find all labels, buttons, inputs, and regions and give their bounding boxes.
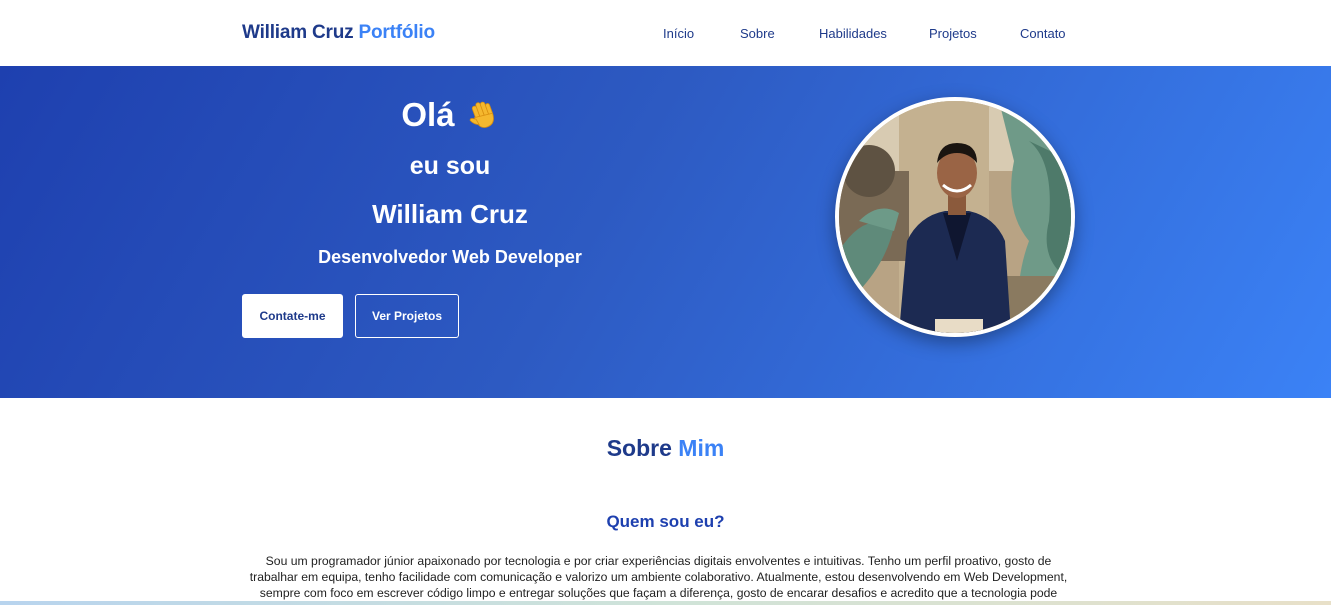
main-nav: Início Sobre Habilidades Projetos Contat… xyxy=(0,26,1331,44)
greeting-text: Olá xyxy=(401,96,455,133)
nav-link-contato[interactable]: Contato xyxy=(1020,26,1066,41)
nav-link-inicio[interactable]: Início xyxy=(663,26,694,41)
nav-link-habilidades[interactable]: Habilidades xyxy=(819,26,887,41)
nav-link-projetos[interactable]: Projetos xyxy=(929,26,977,41)
hero-section: Olá eu sou William Cruz Desenvolvedor We… xyxy=(0,66,1331,398)
about-title-accent: Mim xyxy=(678,435,725,461)
about-paragraph: Sou um programador júnior apaixonado por… xyxy=(249,554,1068,605)
bottom-strip xyxy=(0,601,1331,605)
about-title: Sobre Mim xyxy=(0,435,1331,462)
contact-me-button[interactable]: Contate-me xyxy=(242,294,343,338)
hero-greeting: Olá xyxy=(242,96,658,134)
profile-photo xyxy=(835,97,1075,337)
navbar: William Cruz Portfólio Início Sobre Habi… xyxy=(0,0,1331,66)
waving-hand-icon xyxy=(465,98,499,132)
about-section: Sobre Mim Quem sou eu? Sou um programado… xyxy=(0,398,1331,605)
nav-link-sobre[interactable]: Sobre xyxy=(740,26,775,41)
view-projects-button[interactable]: Ver Projetos xyxy=(355,294,459,338)
about-title-main: Sobre xyxy=(606,435,672,461)
hero-intro: eu sou xyxy=(409,152,491,180)
about-subtitle: Quem sou eu? xyxy=(606,512,725,531)
hero-name: William Cruz xyxy=(372,199,528,229)
hero-role: Desenvolvedor Web Developer xyxy=(318,247,582,267)
